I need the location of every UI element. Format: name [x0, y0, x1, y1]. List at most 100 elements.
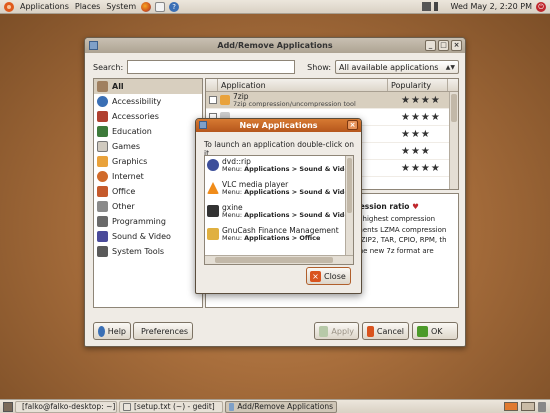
show-select[interactable]: All available applications ▲▼ [335, 60, 459, 74]
category-other[interactable]: Other [94, 199, 202, 214]
window-controls: _ □ × [425, 40, 462, 51]
firefox-launcher-icon[interactable] [141, 1, 152, 12]
dialog-app-icon [199, 121, 207, 129]
category-system-tools[interactable]: System Tools [94, 244, 202, 259]
search-input[interactable] [127, 60, 296, 74]
new-apps-list: dvd::rip Menu: Applications > Sound & Vi… [204, 155, 354, 265]
header-checkbox-column[interactable] [206, 79, 218, 91]
workspace-switcher [504, 401, 550, 412]
popularity-stars: ★★★ [401, 128, 431, 140]
category-sound-video[interactable]: Sound & Video [94, 229, 202, 244]
taskbar-label: Add/Remove Applications [237, 402, 333, 411]
search-row: Search: Show: All available applications… [93, 60, 459, 74]
category-label: Graphics [112, 157, 148, 166]
dialog-close-icon[interactable]: × [347, 120, 358, 130]
show-label: Show: [307, 62, 332, 72]
apply-button-label: Apply [331, 326, 354, 336]
header-application[interactable]: Application [218, 79, 388, 91]
applications-menu[interactable]: Applications [17, 0, 72, 14]
menu-path: Applications > Sound & Vide [244, 165, 349, 174]
window-app-icon [89, 41, 98, 50]
trash-icon[interactable] [538, 401, 546, 412]
accessories-icon [97, 111, 108, 122]
network-icon[interactable] [421, 2, 431, 11]
list-item-text: GnuCash Finance Management Menu: Applica… [222, 227, 350, 242]
taskbar-label: [setup.txt (~) - gedit] [134, 402, 215, 411]
header-popularity[interactable]: Popularity [388, 79, 448, 91]
maximize-button[interactable]: □ [438, 40, 449, 51]
category-office[interactable]: Office [94, 184, 202, 199]
search-label: Search: [93, 62, 124, 72]
volume-icon[interactable] [433, 2, 443, 11]
taskbar-gedit[interactable]: [setup.txt (~) - gedit] [119, 400, 223, 413]
system-tools-icon [97, 246, 108, 257]
category-games[interactable]: Games [94, 139, 202, 154]
dialog-vscroll-thumb[interactable] [347, 158, 352, 213]
category-all[interactable]: All [94, 79, 202, 94]
window-title: Add/Remove Applications [217, 41, 333, 50]
description-body: e highest compression ments LZMA compres… [356, 215, 447, 255]
list-item-text: dvd::rip Menu: Applications > Sound & Vi… [222, 158, 350, 173]
dialog-titlebar[interactable]: New Applications × [196, 119, 361, 132]
help-launcher-icon[interactable]: ? [169, 1, 180, 12]
close-window-button[interactable]: × [451, 40, 462, 51]
cancel-button[interactable]: Cancel [362, 322, 409, 340]
show-desktop-icon[interactable] [3, 401, 13, 412]
programming-icon [97, 216, 108, 227]
power-icon[interactable]: ⏻ [536, 1, 546, 12]
gnucash-icon [207, 228, 219, 240]
category-internet[interactable]: Internet [94, 169, 202, 184]
ok-button[interactable]: OK [412, 322, 458, 340]
add-remove-icon [229, 402, 235, 411]
bottom-panel: [falko@falko-desktop: ~] [setup.txt (~) … [0, 399, 550, 413]
category-accessibility[interactable]: Accessibility [94, 94, 202, 109]
list-item[interactable]: GnuCash Finance Management Menu: Applica… [205, 225, 353, 248]
other-icon [97, 201, 108, 212]
app-desc: 7zip compression/uncompression tool [233, 99, 356, 107]
system-menu[interactable]: System [103, 0, 139, 14]
help-button[interactable]: Help [93, 322, 131, 340]
popularity-stars: ★★★★ [401, 111, 441, 123]
apply-button[interactable]: Apply [314, 322, 359, 340]
cancel-button-label: Cancel [376, 326, 404, 336]
list-item[interactable]: gxine Menu: Applications > Sound & Vide [205, 202, 353, 225]
category-education[interactable]: Education [94, 124, 202, 139]
taskbar-add-remove[interactable]: Add/Remove Applications [225, 400, 337, 413]
dialog-hscroll-thumb[interactable] [215, 257, 333, 263]
7zip-icon [220, 95, 230, 105]
popularity-stars: ★★★★ [401, 162, 441, 174]
minimize-button[interactable]: _ [425, 40, 436, 51]
dialog-close-button[interactable]: × Close [306, 267, 351, 285]
dialog-horizontal-scrollbar[interactable] [205, 255, 353, 264]
all-icon [97, 81, 108, 92]
category-label: All [112, 82, 124, 91]
list-item-menu: Menu: Applications > Sound & Vide [222, 189, 350, 196]
dialog-vertical-scrollbar[interactable] [345, 156, 353, 256]
category-label: Programming [112, 217, 166, 226]
category-graphics[interactable]: Graphics [94, 154, 202, 169]
table-scrollbar-thumb[interactable] [451, 94, 457, 122]
help-button-label: Help [107, 326, 126, 336]
clock[interactable]: Wed May 2, 2:20 PM [447, 2, 536, 11]
taskbar-terminal[interactable]: [falko@falko-desktop: ~] [15, 400, 117, 413]
list-item[interactable]: VLC media player Menu: Applications > So… [205, 179, 353, 202]
gxine-icon [207, 205, 219, 217]
preferences-button[interactable]: Preferences [133, 322, 193, 340]
graphics-icon [97, 156, 108, 167]
workspace-2[interactable] [521, 401, 535, 411]
mail-launcher-icon[interactable] [155, 1, 166, 12]
category-label: Games [112, 142, 140, 151]
category-accessories[interactable]: Accessories [94, 109, 202, 124]
workspace-1[interactable] [504, 401, 518, 411]
install-checkbox[interactable] [209, 96, 217, 104]
table-scrollbar[interactable] [449, 92, 458, 189]
preferences-button-label: Preferences [141, 326, 189, 336]
table-row[interactable]: 7zip 7zip compression/uncompression tool… [206, 92, 458, 109]
window-titlebar[interactable]: Add/Remove Applications _ □ × [85, 38, 465, 53]
list-item[interactable]: dvd::rip Menu: Applications > Sound & Vi… [205, 156, 353, 179]
places-menu[interactable]: Places [72, 0, 103, 14]
category-programming[interactable]: Programming [94, 214, 202, 229]
popularity-stars: ★★★★ [401, 94, 441, 106]
ubuntu-logo-icon[interactable] [4, 1, 14, 12]
menu-prefix: Menu: [222, 188, 245, 197]
